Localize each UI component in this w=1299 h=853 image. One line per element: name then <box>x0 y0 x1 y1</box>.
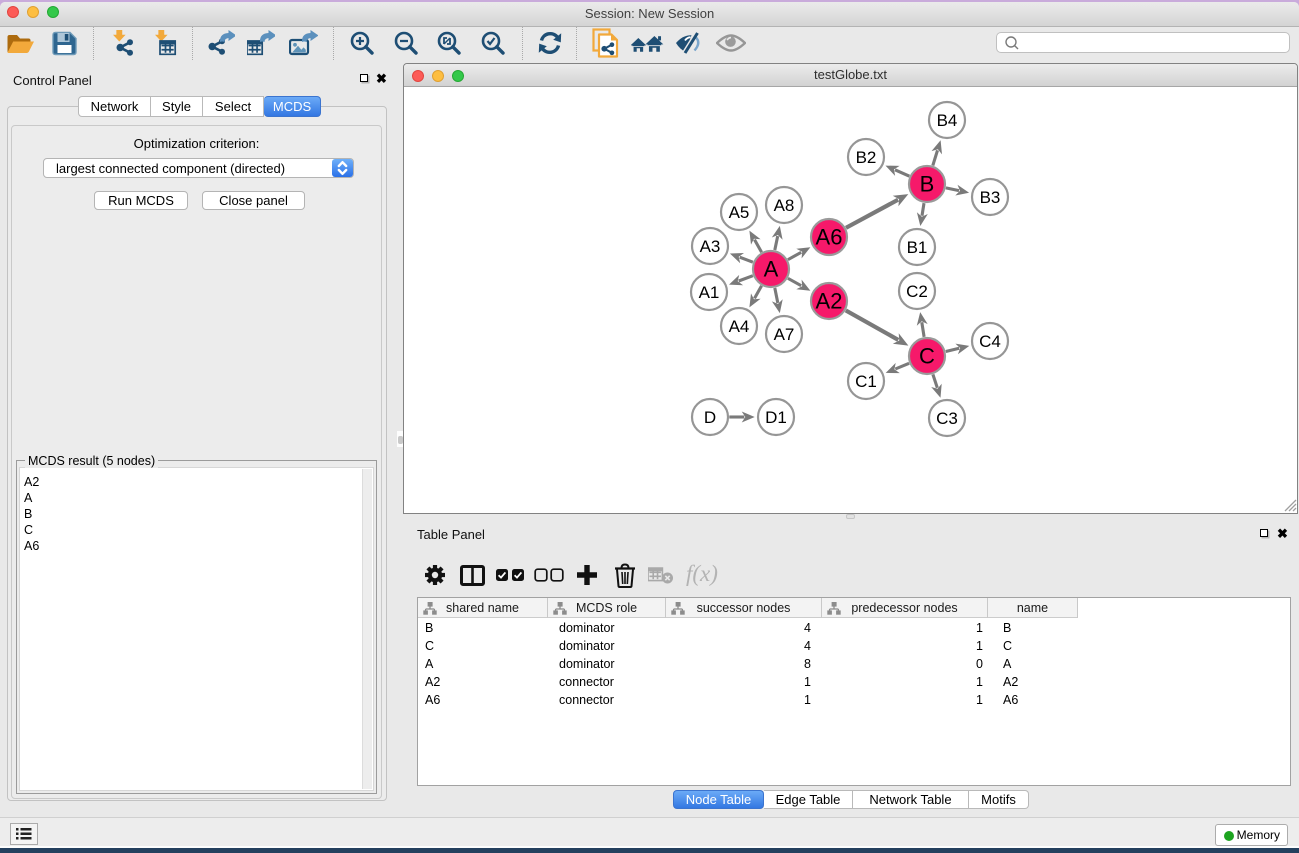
svg-text:B3: B3 <box>980 188 1001 207</box>
svg-text:A7: A7 <box>774 325 795 344</box>
svg-text:A1: A1 <box>699 283 720 302</box>
svg-text:C: C <box>919 344 935 369</box>
svg-text:D: D <box>704 408 716 427</box>
svg-text:B1: B1 <box>907 238 928 257</box>
svg-text:A3: A3 <box>700 237 721 256</box>
svg-text:B4: B4 <box>937 111 958 130</box>
svg-text:B: B <box>920 172 935 197</box>
svg-text:A8: A8 <box>774 196 795 215</box>
svg-text:B2: B2 <box>856 148 877 167</box>
svg-text:A: A <box>764 257 779 282</box>
svg-text:C1: C1 <box>855 372 877 391</box>
svg-text:C4: C4 <box>979 332 1001 351</box>
svg-text:A5: A5 <box>729 203 750 222</box>
svg-text:C2: C2 <box>906 282 928 301</box>
svg-text:A4: A4 <box>729 317 750 336</box>
svg-text:C3: C3 <box>936 409 958 428</box>
svg-text:A2: A2 <box>816 289 843 314</box>
svg-text:A6: A6 <box>816 225 843 250</box>
svg-text:D1: D1 <box>765 408 787 427</box>
